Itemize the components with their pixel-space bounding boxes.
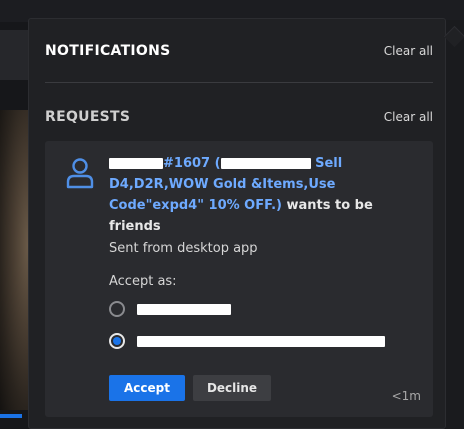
decline-button[interactable]: Decline — [193, 375, 271, 401]
accept-as-option-2[interactable] — [109, 330, 385, 352]
accept-button[interactable]: Accept — [109, 375, 185, 401]
redacted-username — [109, 158, 163, 169]
username-tag: #1607 ( — [163, 156, 221, 171]
redacted-display-name — [220, 158, 311, 169]
user-icon — [65, 157, 95, 189]
clear-all-requests-button[interactable]: Clear all — [384, 110, 433, 124]
requests-header: REQUESTS Clear all — [45, 109, 433, 125]
section-divider — [45, 82, 433, 83]
sent-from-text: Sent from desktop app — [109, 241, 258, 256]
redacted-account-name — [137, 303, 231, 315]
friend-request-card: #1607 ( Sell D4,D2R,WOW Gold &Items,Use … — [45, 141, 433, 417]
option-label — [137, 303, 231, 315]
clear-all-notifications-button[interactable]: Clear all — [384, 44, 433, 58]
radio-button-selected[interactable] — [109, 333, 125, 349]
radio-button[interactable] — [109, 301, 125, 317]
requests-title: REQUESTS — [45, 109, 131, 125]
notifications-panel: NOTIFICATIONS Clear all REQUESTS Clear a… — [28, 18, 464, 429]
app-right-edge — [446, 20, 464, 429]
redacted-account-name — [137, 335, 385, 347]
accept-as-label: Accept as: — [109, 274, 177, 289]
accept-as-option-1[interactable] — [109, 298, 231, 320]
request-timestamp: <1m — [391, 389, 421, 403]
notifications-header: NOTIFICATIONS Clear all — [45, 43, 433, 59]
background-progress-bar — [0, 414, 22, 418]
notifications-title: NOTIFICATIONS — [45, 43, 171, 59]
option-label — [137, 335, 385, 347]
request-message: #1607 ( Sell D4,D2R,WOW Gold &Items,Use … — [109, 153, 409, 237]
